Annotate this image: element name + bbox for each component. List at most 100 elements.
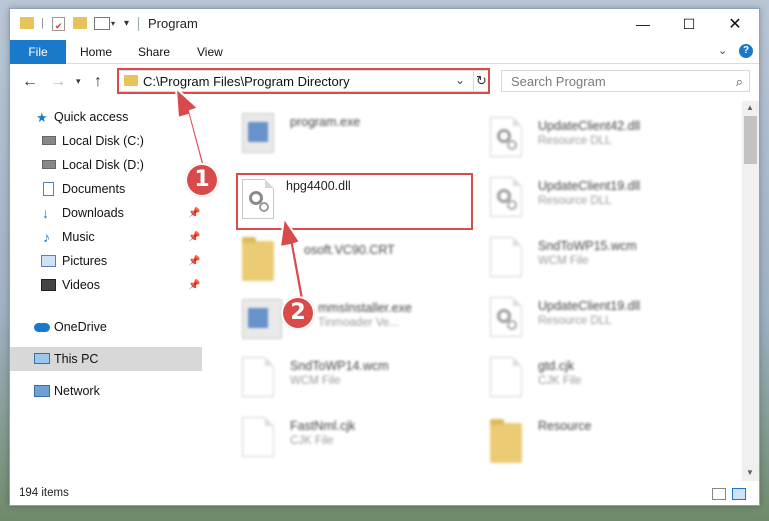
maximize-button[interactable]: ☐ (666, 9, 712, 39)
item-count: 194 items (19, 487, 69, 499)
sidebar-item-downloads[interactable]: ↓ Downloads 📌 (10, 201, 202, 225)
sidebar-item-documents[interactable]: Documents (10, 177, 202, 201)
file-name: SndToWP15.wcm (538, 239, 637, 253)
file-type: Resource DLL (538, 315, 612, 327)
folder-icon (490, 419, 522, 463)
close-button[interactable]: ✕ (712, 9, 758, 39)
computer-icon (34, 353, 50, 364)
videos-icon (41, 279, 56, 291)
up-arrow-icon[interactable]: ↑ (94, 73, 102, 91)
file-item[interactable]: mmsInstaller.exe Tinmoader Ve... (242, 295, 482, 353)
address-highlight-box (117, 68, 490, 94)
exe-icon (242, 113, 274, 153)
chevron-down-icon[interactable]: ▾ (111, 19, 115, 28)
dll-file-icon (490, 297, 522, 337)
pictures-icon (41, 255, 56, 267)
scroll-down-icon[interactable]: ▼ (746, 468, 754, 477)
file-item[interactable]: SndToWP15.wcm WCM File (490, 233, 730, 291)
tab-view[interactable]: View (197, 45, 223, 59)
file-name: osoft.VC90.CRT (304, 243, 395, 257)
file-item[interactable]: program.exe (242, 109, 482, 167)
separator-icon: | (41, 17, 44, 29)
file-name: program.exe (290, 115, 361, 129)
sidebar-item-local-disk-d[interactable]: Local Disk (D:) (10, 153, 202, 177)
file-icon (490, 357, 522, 397)
sidebar-item-label: Documents (62, 182, 126, 196)
file-name: FastNml.cjk (290, 419, 356, 433)
file-name: SndToWP14.wcm (290, 359, 389, 373)
sidebar-item-label: Music (62, 230, 95, 244)
sidebar-item-videos[interactable]: Videos 📌 (10, 273, 202, 297)
tab-home[interactable]: Home (80, 45, 112, 59)
cloud-icon (34, 323, 50, 332)
file-item[interactable]: Resource (490, 413, 730, 471)
file-type: CJK File (538, 375, 582, 387)
drive-icon (42, 160, 56, 169)
folder-icon (242, 237, 274, 281)
search-placeholder[interactable]: Search Program (511, 74, 606, 89)
file-item[interactable]: FastNml.cjk CJK File (242, 413, 482, 471)
file-icon (242, 357, 274, 397)
file-name: Resource (538, 419, 592, 433)
pin-icon[interactable]: 📌 (188, 232, 200, 243)
file-highlight-box (236, 173, 473, 230)
sidebar-item-music[interactable]: ♪ Music 📌 (10, 225, 202, 249)
sidebar-item-label: Quick access (54, 110, 129, 124)
ribbon-tabs: File Home Share View ⌄ ? (10, 40, 759, 64)
pin-icon[interactable]: 📌 (188, 256, 200, 267)
file-type: WCM File (538, 255, 589, 267)
tab-share[interactable]: Share (138, 45, 170, 59)
pin-icon[interactable]: 📌 (188, 280, 200, 291)
file-item[interactable]: UpdateClient42.dll Resource DLL (490, 113, 730, 171)
file-list: program.exe hpg4400.dll osoft.VC90.CRT m… (206, 101, 741, 481)
sidebar-item-label: Downloads (62, 206, 124, 220)
sidebar-item-onedrive[interactable]: OneDrive (10, 315, 202, 339)
scroll-thumb[interactable] (744, 116, 757, 164)
sidebar-item-local-disk-c[interactable]: Local Disk (C:) (10, 129, 202, 153)
forward-arrow-icon[interactable]: → (50, 73, 66, 91)
file-type: Tinmoader Ve... (318, 317, 399, 329)
file-item[interactable]: gtd.cjk CJK File (490, 353, 730, 411)
tab-file[interactable]: File (10, 40, 66, 64)
sidebar-item-network[interactable]: Network (10, 379, 202, 403)
file-name: mmsInstaller.exe (318, 301, 412, 315)
documents-icon (43, 182, 54, 196)
search-icon[interactable]: ⌕ (736, 74, 743, 90)
dll-file-icon (490, 177, 522, 217)
file-item[interactable]: UpdateClient19.dll Resource DLL (490, 173, 730, 231)
window-title: Program (148, 16, 198, 31)
dll-file-icon (490, 117, 522, 157)
customize-icon[interactable] (94, 17, 110, 30)
sidebar-item-this-pc[interactable]: This PC (10, 347, 202, 371)
expand-ribbon-icon[interactable]: ⌄ (718, 44, 727, 57)
help-icon[interactable]: ? (739, 44, 753, 58)
new-folder-icon[interactable] (73, 17, 87, 29)
sidebar-item-label: This PC (54, 352, 99, 366)
file-item[interactable]: UpdateClient19.dll Resource DLL (490, 293, 730, 351)
minimize-button[interactable]: — (620, 9, 666, 39)
recent-locations-icon[interactable]: ▾ (76, 76, 81, 87)
file-type: WCM File (290, 375, 341, 387)
details-view-icon[interactable] (712, 488, 726, 500)
navigation-pane: ★ Quick access Local Disk (C:) Local Dis… (10, 101, 206, 481)
pin-icon[interactable]: 📌 (188, 208, 200, 219)
title-separator (138, 17, 139, 31)
music-icon: ♪ (43, 229, 50, 245)
vertical-scrollbar[interactable]: ▲ ▼ (742, 101, 759, 481)
star-icon: ★ (36, 110, 48, 125)
file-name: UpdateClient19.dll (538, 179, 641, 193)
sidebar-item-label: Local Disk (C:) (62, 134, 144, 148)
scroll-up-icon[interactable]: ▲ (746, 103, 754, 112)
sidebar-item-quick-access[interactable]: ★ Quick access (10, 105, 202, 129)
back-arrow-icon[interactable]: ← (22, 73, 38, 91)
sidebar-item-label: OneDrive (54, 320, 107, 334)
search-box[interactable]: Search Program ⌕ (501, 70, 750, 92)
file-item[interactable]: osoft.VC90.CRT (242, 237, 482, 295)
large-icons-view-icon[interactable] (732, 488, 746, 500)
file-type: Resource DLL (538, 135, 612, 147)
quick-access-menu-icon[interactable]: ▾ (124, 18, 129, 29)
file-item[interactable]: SndToWP14.wcm WCM File (242, 353, 482, 411)
properties-icon[interactable]: ✔ (52, 17, 65, 31)
step-1-badge: 1 (185, 163, 219, 197)
sidebar-item-pictures[interactable]: Pictures 📌 (10, 249, 202, 273)
